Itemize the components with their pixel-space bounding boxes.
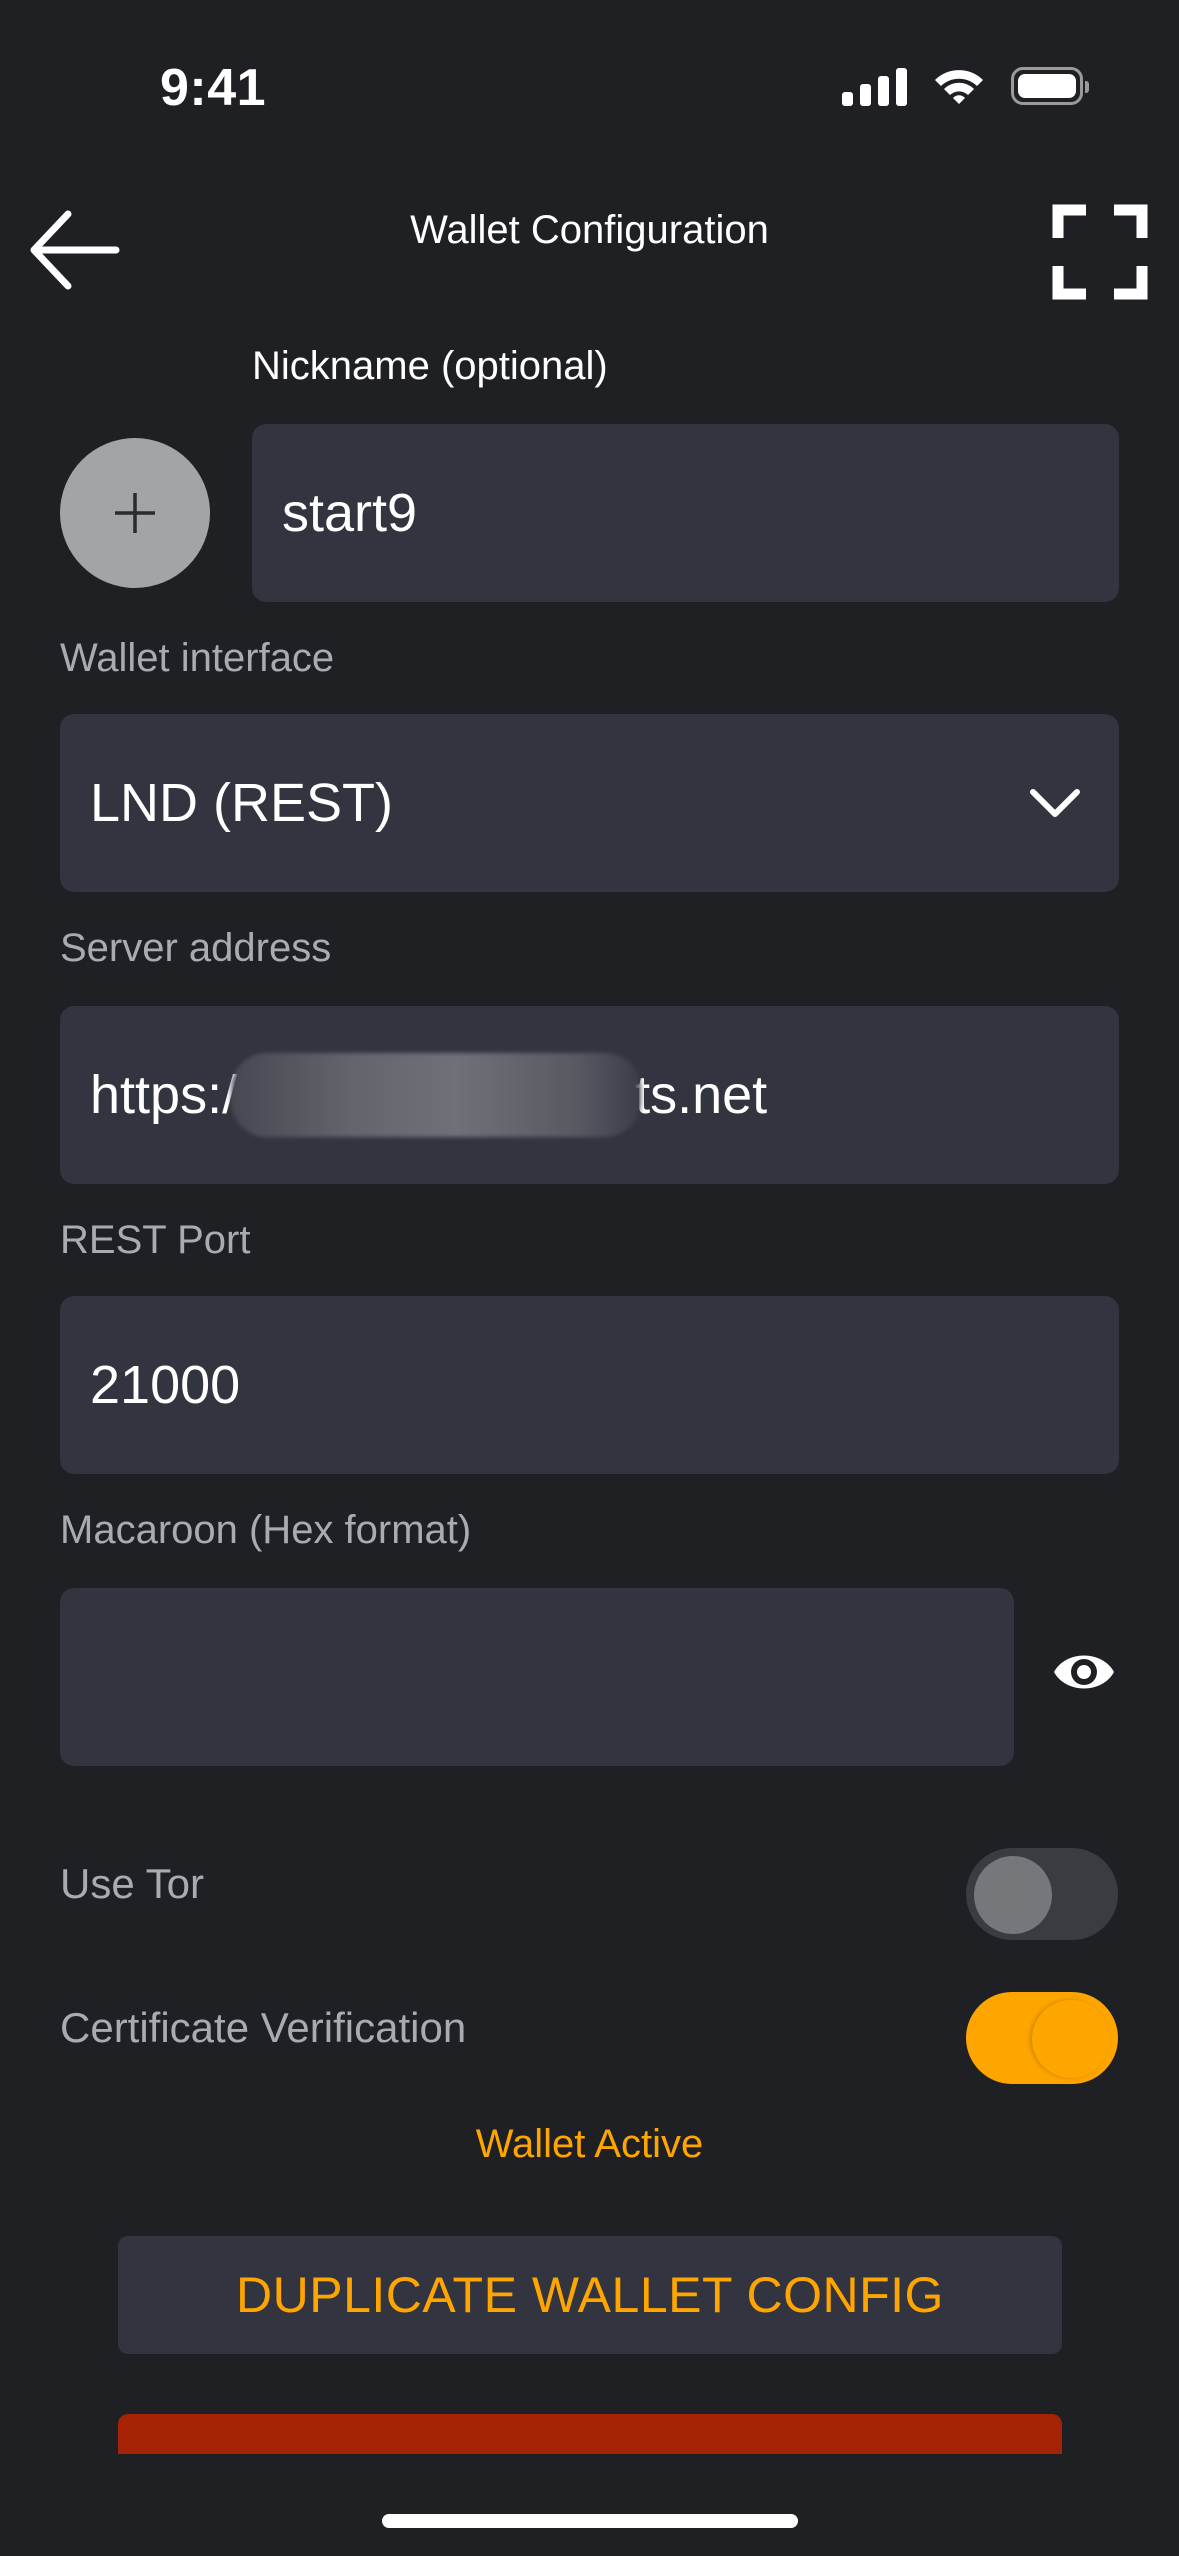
wifi-icon xyxy=(935,70,983,104)
home-indicator[interactable] xyxy=(382,2514,798,2528)
plus-icon xyxy=(115,493,155,533)
wallet-interface-value: LND (REST) xyxy=(90,773,394,833)
scan-button[interactable] xyxy=(1052,204,1148,300)
rest-port-value: 21000 xyxy=(90,1355,241,1415)
chevron-down-icon xyxy=(1030,789,1080,817)
macaroon-input[interactable] xyxy=(60,1588,1014,1766)
scan-frame-icon xyxy=(1052,204,1148,300)
wallet-interface-select[interactable]: LND (REST) xyxy=(60,714,1119,892)
delete-wallet-button[interactable] xyxy=(118,2414,1062,2454)
use-tor-toggle[interactable] xyxy=(966,1848,1118,1940)
rest-port-label: REST Port xyxy=(60,1218,251,1262)
certificate-verification-label: Certificate Verification xyxy=(60,2004,467,2051)
add-avatar-button[interactable] xyxy=(60,438,210,588)
page-title: Wallet Configuration xyxy=(410,208,769,252)
nickname-input[interactable]: start9 xyxy=(252,424,1119,602)
wallet-interface-label: Wallet interface xyxy=(60,636,335,680)
nickname-label: Nickname (optional) xyxy=(252,344,608,388)
server-address-prefix: https:/ xyxy=(90,1065,238,1125)
server-address-label: Server address xyxy=(60,926,332,970)
use-tor-label: Use Tor xyxy=(60,1860,204,1907)
battery-icon xyxy=(1011,67,1089,105)
certificate-verification-toggle[interactable] xyxy=(966,1992,1118,2084)
toggle-macaroon-visibility-button[interactable] xyxy=(1052,1644,1128,1704)
duplicate-wallet-config-button[interactable]: DUPLICATE WALLET CONFIG xyxy=(118,2236,1062,2354)
server-address-suffix: ts.net xyxy=(635,1065,768,1125)
status-icons xyxy=(842,66,1089,106)
rest-port-input[interactable]: 21000 xyxy=(60,1296,1119,1474)
toggle-knob xyxy=(1032,2000,1110,2078)
eye-icon xyxy=(1054,1655,1114,1689)
cellular-signal-icon xyxy=(842,66,907,106)
nickname-value: start9 xyxy=(282,483,418,543)
status-time: 9:41 xyxy=(160,59,267,117)
server-address-input[interactable]: https:/ ts.net xyxy=(60,1006,1119,1184)
wallet-configuration-screen: 9:41 Wallet Configuration Nickname (opti… xyxy=(0,0,1179,2556)
toggle-knob xyxy=(974,1856,1052,1934)
macaroon-label: Macaroon (Hex format) xyxy=(60,1508,472,1552)
redacted-host-mask xyxy=(231,1053,642,1137)
wallet-status: Wallet Active xyxy=(475,2122,704,2166)
